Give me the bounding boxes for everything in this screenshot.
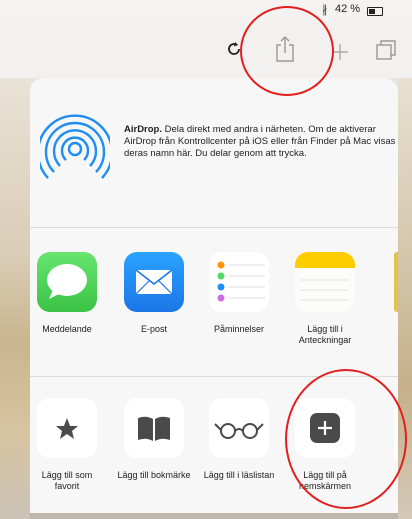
notes-icon (295, 252, 355, 312)
sheet-bottom-edge (30, 513, 398, 519)
battery-percent: 42 % (335, 3, 361, 15)
battery-icon (367, 7, 383, 16)
airdrop-description: AirDrop. Dela direkt med andra i närhete… (124, 124, 396, 159)
background-page-left (0, 78, 30, 519)
airdrop-icon (40, 114, 110, 179)
app-partial[interactable] (394, 252, 398, 312)
status-bar: ∦ 42 % (0, 0, 412, 22)
messages-icon (37, 252, 97, 312)
action-add-favorite[interactable]: Lägg till som favorit (29, 398, 105, 491)
tabs-icon[interactable] (374, 38, 398, 62)
annotation-circle-share (240, 6, 334, 96)
annotation-circle-add-home-screen (285, 369, 407, 509)
divider (30, 227, 398, 228)
book-icon (138, 416, 170, 441)
reminders-icon (209, 252, 269, 312)
action-add-bookmark[interactable]: Lägg till bokmärke (116, 398, 192, 481)
browser-toolbar (0, 22, 412, 78)
mail-icon (124, 252, 184, 312)
glasses-icon (214, 423, 264, 439)
bluetooth-icon: ∦ (322, 4, 328, 16)
app-messages[interactable]: Meddelande (29, 252, 105, 335)
star-icon (56, 418, 78, 439)
app-mail[interactable]: E-post (116, 252, 192, 335)
app-reminders[interactable]: Påminnelser (201, 252, 277, 335)
app-notes[interactable]: Lägg till i Anteckningar (287, 252, 363, 346)
action-add-reading-list[interactable]: Lägg till i läslistan (201, 398, 277, 481)
